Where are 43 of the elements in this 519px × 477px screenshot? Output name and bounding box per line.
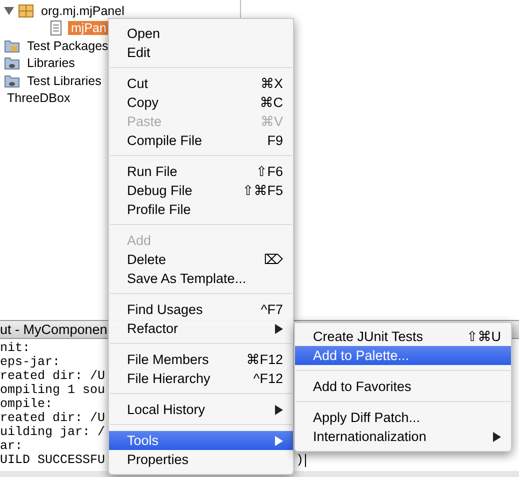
menu-item[interactable]: Properties <box>109 450 293 469</box>
menu-item[interactable]: Edit <box>109 43 293 62</box>
output-line: eps-jar: <box>0 355 62 369</box>
menu-item[interactable]: Refactor <box>109 319 293 338</box>
folder-icon <box>4 38 20 54</box>
menu-item[interactable]: Tools <box>109 431 293 450</box>
menu-item[interactable]: Copy ⌘C <box>109 93 293 112</box>
menu-item[interactable]: Profile File <box>109 200 293 219</box>
text-cursor <box>304 454 306 466</box>
menu-item[interactable]: Cut ⌘X <box>109 74 293 93</box>
menu-item[interactable]: Find Usages ^F7 <box>109 300 293 319</box>
tree-item[interactable]: org.mj.mjPanel <box>38 4 128 18</box>
menu-item[interactable]: Debug File ⇧⌘F5 <box>109 181 293 200</box>
menu-item[interactable]: Apply Diff Patch... <box>295 408 511 427</box>
tree-item[interactable]: Libraries <box>24 56 78 70</box>
output-line: UILD SUCCESSFU <box>0 453 106 467</box>
menu-item[interactable]: Compile File F9 <box>109 131 293 150</box>
menu-item[interactable]: Add to Favorites <box>295 377 511 396</box>
menu-item[interactable]: Open <box>109 24 293 43</box>
library-folder-icon <box>4 72 20 89</box>
library-folder-icon <box>4 55 20 72</box>
output-line: reated dir: /U <box>0 411 106 425</box>
output-line: reated dir: /U <box>0 369 106 383</box>
output-line: ompiling 1 sou <box>0 383 106 397</box>
menu-item[interactable]: Add to Palette... <box>295 346 511 365</box>
form-file-icon <box>48 20 64 36</box>
menu-item[interactable]: Delete ⌦ <box>109 250 293 269</box>
output-line: uilding jar: / <box>0 425 106 439</box>
menu-item[interactable]: Internationalization <box>295 427 511 446</box>
menu-item[interactable]: File Hierarchy ^F12 <box>109 369 293 388</box>
output-line: nit: <box>0 341 32 355</box>
menu-item[interactable]: Save As Template... <box>109 269 293 288</box>
expand-toggle-icon[interactable] <box>4 6 14 16</box>
menu-item[interactable]: Local History <box>109 400 293 419</box>
tree-item[interactable]: Test Packages <box>24 38 112 53</box>
tree-item[interactable]: Test Libraries <box>24 74 104 88</box>
output-line: ) <box>296 453 304 467</box>
output-line: ar: <box>0 439 24 453</box>
tree-item[interactable]: ThreeDBox <box>4 91 74 106</box>
menu-item[interactable]: Run File ⇧F6 <box>109 162 293 181</box>
package-icon <box>18 2 34 19</box>
menu-item[interactable]: File Members ⌘F12 <box>109 350 293 369</box>
output-line: ompile: <box>0 397 54 411</box>
